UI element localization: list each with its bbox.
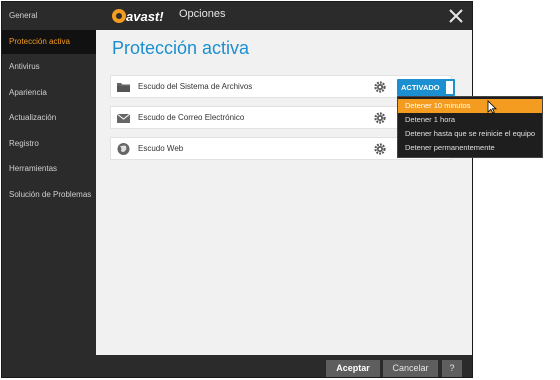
menu-item-stop-permanently[interactable]: Detener permanentemente — [398, 141, 542, 155]
main-content: Protección activa Escudo del Sistema de … — [96, 30, 472, 355]
sidebar-item-update[interactable]: Actualización — [2, 106, 96, 130]
window-title: Opciones — [179, 8, 226, 20]
menu-item-stop-1-hour[interactable]: Detener 1 hora — [398, 113, 542, 127]
shield-name: Escudo del Sistema de Archivos — [138, 82, 253, 91]
sidebar-item-general[interactable]: General — [2, 4, 96, 28]
sidebar-item-log[interactable]: Registro — [2, 132, 96, 156]
avast-logo: avast! — [112, 9, 164, 24]
shield-name: Escudo de Correo Electrónico — [138, 113, 245, 122]
globe-icon — [117, 143, 130, 155]
sidebar-item-antivirus[interactable]: Antivirus — [2, 55, 96, 79]
stop-dropdown-menu: Detener 10 minutos Detener 1 hora Detene… — [397, 96, 543, 158]
shield-name: Escudo Web — [138, 144, 184, 153]
gear-icon[interactable] — [373, 80, 387, 94]
close-icon[interactable] — [446, 6, 466, 26]
cancel-button[interactable]: Cancelar — [383, 360, 438, 377]
status-toggle[interactable]: ACTIVADO — [397, 79, 455, 96]
gear-icon[interactable] — [373, 142, 387, 156]
shield-row-file-system: Escudo del Sistema de Archivos ACTIVADO — [110, 75, 455, 98]
folder-icon — [117, 83, 130, 92]
mouse-cursor-icon — [487, 100, 497, 114]
help-button[interactable]: ? — [442, 360, 462, 377]
options-window: General Protección activa Antivirus Apar… — [1, 1, 473, 378]
gear-icon[interactable] — [373, 111, 387, 125]
footer-bar: Aceptar Cancelar ? — [96, 355, 472, 377]
title-bar: avast! Opciones — [96, 2, 472, 30]
page-title: Protección activa — [112, 38, 250, 58]
sidebar: General Protección activa Antivirus Apar… — [2, 2, 96, 377]
accept-button[interactable]: Aceptar — [326, 360, 380, 377]
toggle-knob — [446, 81, 453, 94]
sidebar-item-active-protection[interactable]: Protección activa — [2, 30, 96, 54]
sidebar-item-appearance[interactable]: Apariencia — [2, 81, 96, 105]
brand-text: avast! — [126, 9, 164, 24]
sidebar-item-tools[interactable]: Herramientas — [2, 157, 96, 181]
mail-icon — [116, 113, 131, 123]
menu-item-stop-until-restart[interactable]: Detener hasta que se reinicie el equipo — [398, 127, 542, 141]
menu-item-stop-10-min[interactable]: Detener 10 minutos — [398, 99, 542, 113]
sidebar-item-troubleshooting[interactable]: Solución de Problemas — [2, 183, 96, 207]
status-label: ACTIVADO — [401, 83, 440, 92]
